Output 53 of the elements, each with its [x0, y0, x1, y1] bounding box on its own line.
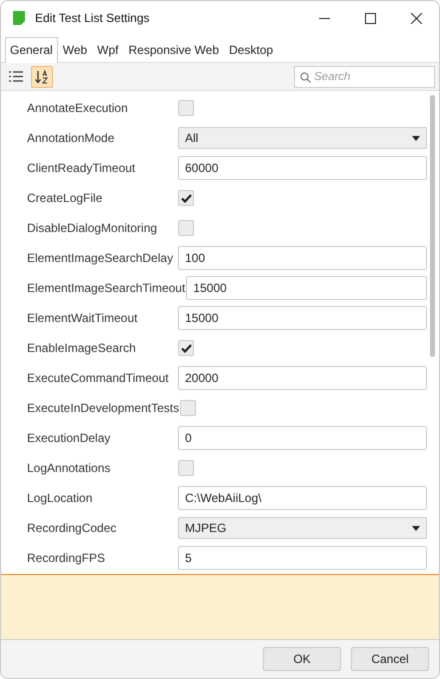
checkbox[interactable] [178, 460, 194, 476]
property-label: ElementImageSearchDelay [27, 251, 174, 265]
close-icon [410, 12, 422, 24]
property-label: ExecuteInDevelopmentTests [27, 401, 180, 415]
text-field[interactable]: 0 [178, 426, 427, 450]
property-label: EnableImageSearch [27, 341, 137, 355]
property-label: RecordingCodec [27, 521, 118, 535]
caret-icon [412, 136, 420, 140]
text-field[interactable]: 15000 [178, 306, 427, 330]
property-label: ElementImageSearchTimeout [27, 281, 186, 295]
property-label: ElementWaitTimeout [27, 311, 138, 325]
property-label: LogAnnotations [27, 461, 112, 475]
app-logo-icon [11, 10, 27, 26]
window-title: Edit Test List Settings [35, 11, 151, 25]
property-label: AnnotationMode [27, 131, 116, 145]
property-label: CreateLogFile [27, 191, 104, 205]
dialog-button[interactable]: Cancel [351, 647, 429, 671]
tab[interactable]: Desktop [224, 37, 278, 63]
text-field[interactable]: 60000 [178, 156, 427, 180]
sort-alphabetical-button[interactable] [31, 66, 53, 88]
checkbox[interactable] [178, 340, 194, 356]
checkbox[interactable] [178, 100, 194, 116]
tab[interactable]: Web [58, 37, 92, 63]
dropdown[interactable]: All [178, 127, 427, 149]
property-label: LogLocation [27, 491, 94, 505]
property-label: RecordingFPS [27, 551, 106, 565]
property-label: ClientReadyTimeout [27, 161, 136, 175]
property-label: DisableDialogMonitoring [27, 221, 158, 235]
tab[interactable]: General [5, 37, 58, 63]
checkbox[interactable] [180, 400, 196, 416]
property-label: ExecuteCommandTimeout [27, 371, 170, 385]
caret-icon [412, 526, 420, 530]
tab[interactable]: Wpf [92, 37, 124, 63]
search-icon [300, 72, 311, 82]
checkmark-icon [180, 194, 192, 202]
dialog-button[interactable]: OK [263, 647, 341, 671]
text-field[interactable]: 5 [178, 546, 427, 570]
property-label: AnnotateExecution [27, 101, 129, 115]
text-field[interactable]: 20000 [178, 366, 427, 390]
search-field[interactable]: Search [294, 66, 435, 88]
text-field[interactable]: C:\WebAiiLog\ [178, 486, 427, 510]
maximize-icon [364, 12, 376, 24]
dropdown[interactable]: MJPEG [178, 517, 427, 539]
text-field[interactable]: 100 [178, 246, 427, 270]
checkbox[interactable] [178, 220, 194, 236]
sort-icon [35, 70, 49, 84]
checkbox[interactable] [178, 190, 194, 206]
tab[interactable]: Responsive Web [124, 37, 224, 63]
scrollbar-thumb[interactable] [430, 95, 435, 357]
text-field[interactable]: 15000 [186, 276, 427, 300]
checkmark-icon [180, 344, 192, 352]
list-icon [9, 71, 23, 82]
property-label: ExecutionDelay [27, 431, 112, 445]
